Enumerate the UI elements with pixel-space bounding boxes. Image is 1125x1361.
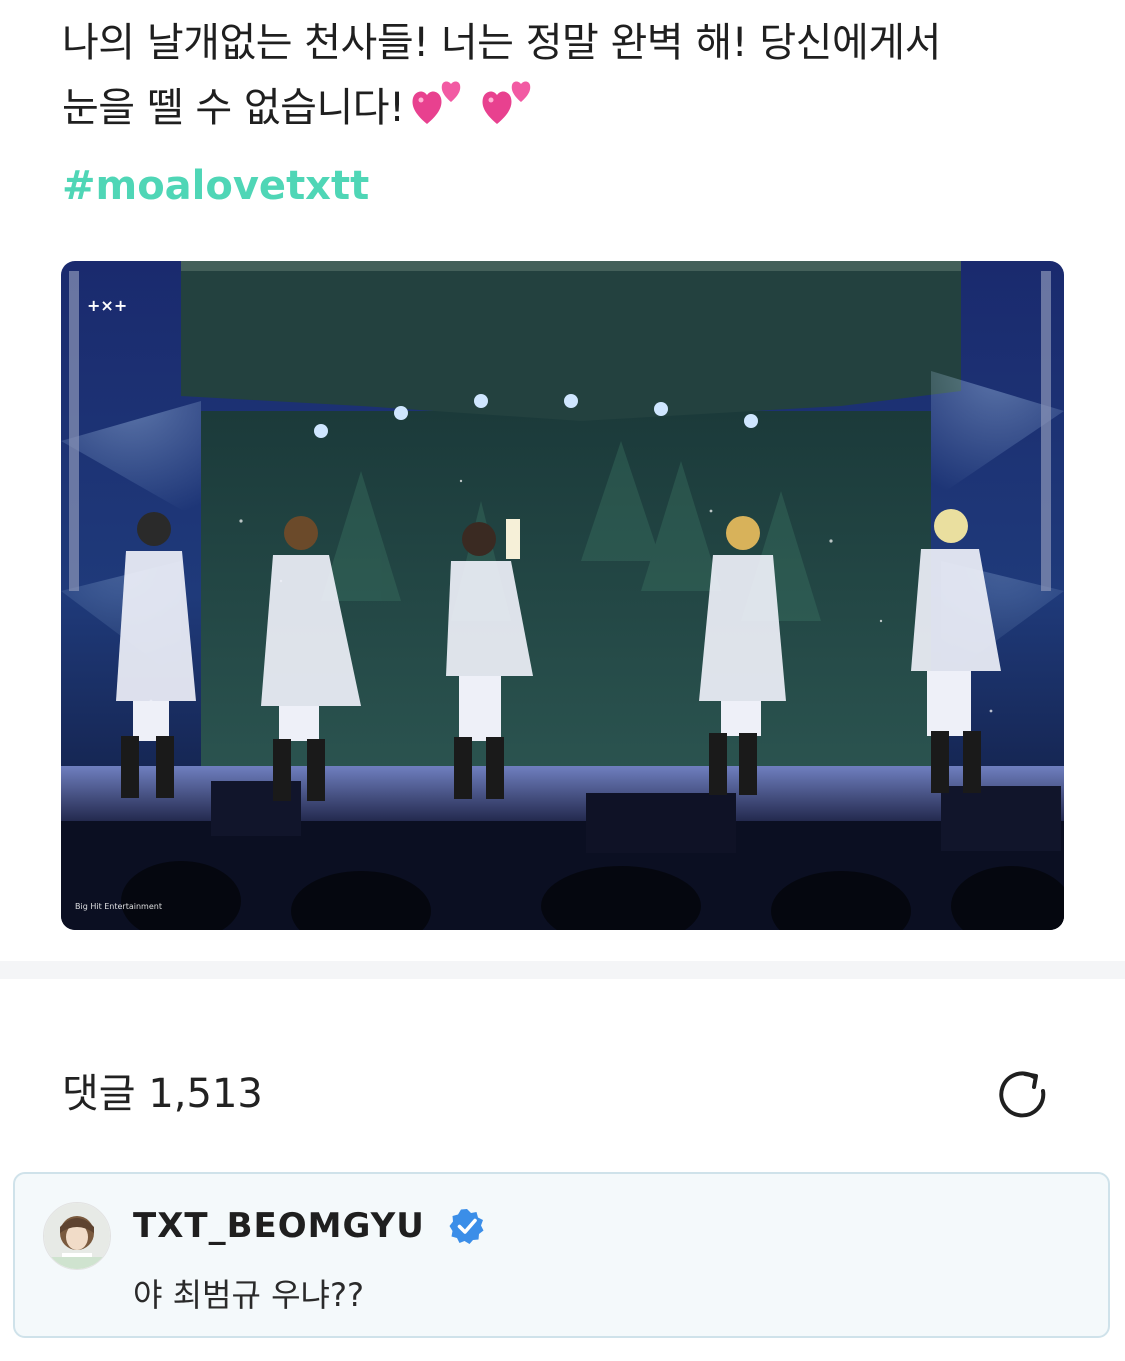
comments-number: 1,513	[148, 1071, 263, 1117]
post-image[interactable]: +×+ Big Hit Entertainment	[61, 261, 1064, 930]
two-hearts-icon	[481, 74, 537, 146]
section-divider	[0, 961, 1125, 979]
refresh-button[interactable]	[994, 1066, 1052, 1124]
verified-badge-icon	[449, 1209, 484, 1244]
post-text-line-2: 눈을 뗄 수 없습니다!	[62, 74, 1082, 146]
featured-comment-card[interactable]: TXT_BEOMGYU 야 최범규 우냐??	[13, 1172, 1110, 1338]
comments-label: 댓글	[62, 1071, 136, 1117]
two-hearts-icon	[411, 74, 467, 146]
group-logo-watermark: +×+	[87, 296, 127, 315]
post-text-line-2-text: 눈을 뗄 수 없습니다!	[62, 85, 405, 131]
post-text: 나의 날개없는 천사들! 너는 정말 완벽 해! 당신에게서 눈을 뗄 수 없습…	[62, 12, 1082, 146]
post-text-line-1: 나의 날개없는 천사들! 너는 정말 완벽 해! 당신에게서	[62, 20, 941, 66]
hashtag-link[interactable]: #moalovetxtt	[62, 158, 369, 214]
image-credit-watermark: Big Hit Entertainment	[75, 902, 162, 911]
comments-count: 댓글 1,513	[62, 1066, 263, 1122]
avatar[interactable]	[43, 1202, 111, 1270]
comment-text: 야 최범규 우냐??	[133, 1276, 364, 1314]
comment-username[interactable]: TXT_BEOMGYU	[133, 1202, 425, 1250]
refresh-icon	[999, 1071, 1046, 1118]
